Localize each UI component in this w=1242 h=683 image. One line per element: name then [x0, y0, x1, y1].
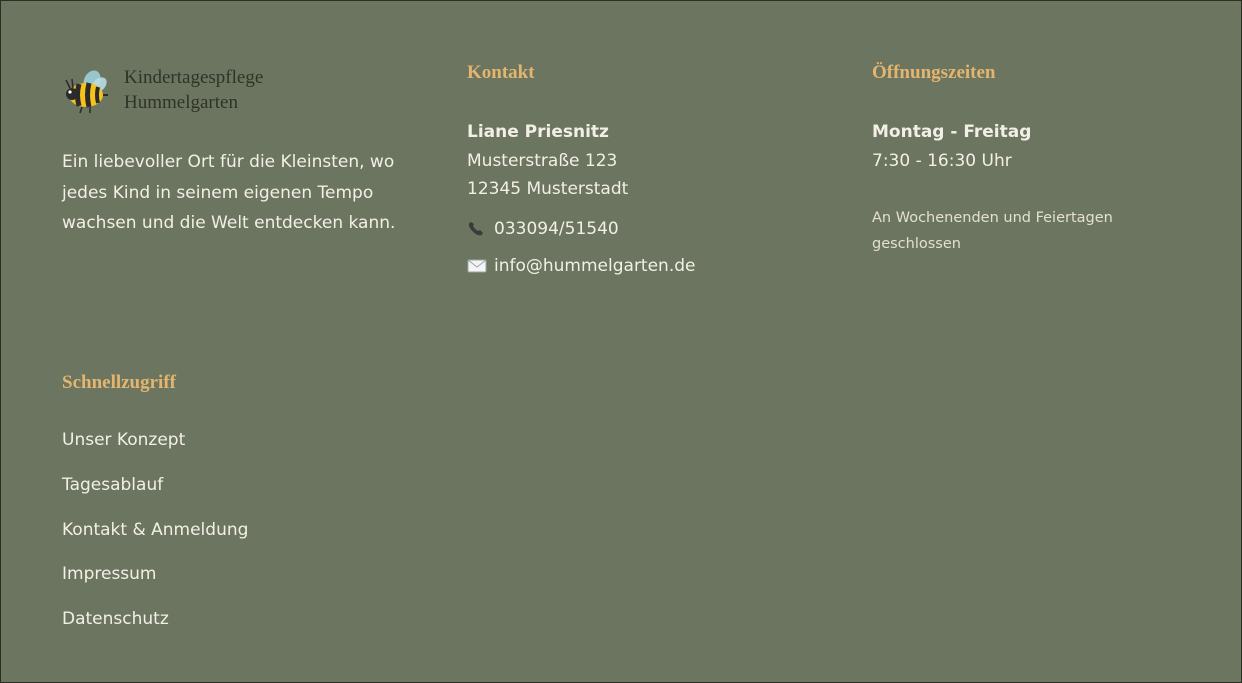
envelope-icon	[467, 259, 487, 273]
list-item: Tagesablauf	[62, 472, 248, 517]
contact-name: Liane Priesnitz	[467, 122, 609, 142]
brand-logo[interactable]: Kindertagespflege Hummelgarten	[62, 65, 263, 115]
list-item: Unser Konzept	[62, 427, 248, 472]
link-impressum[interactable]: Impressum	[62, 564, 157, 584]
hours-time: 7:30 - 16:30 Uhr	[872, 150, 1012, 171]
closed-note: An Wochenenden und Feiertagen geschlosse…	[872, 210, 1113, 252]
email-link[interactable]: info@hummelgarten.de	[467, 256, 696, 276]
brand-line-2: Hummelgarten	[124, 92, 238, 113]
contact-street: Musterstraße 123	[467, 150, 618, 171]
list-item: Datenschutz	[62, 606, 248, 651]
list-item: Kontakt & Anmeldung	[62, 517, 248, 562]
phone-number: 033094/51540	[494, 219, 619, 239]
brand-line-1: Kindertagespflege	[124, 67, 264, 88]
contact-heading: Kontakt	[467, 62, 535, 83]
hours-days: Montag - Freitag	[872, 122, 1032, 142]
phone-icon	[468, 222, 483, 236]
about-text: Ein liebevoller Ort für die Kleinsten, w…	[62, 152, 396, 233]
list-item: Impressum	[62, 561, 248, 606]
quicklinks-heading: Schnellzugriff	[62, 372, 176, 393]
footer: Kindertagespflege Hummelgarten Ein liebe…	[0, 0, 1242, 683]
quicklinks-list: Unser Konzept Tagesablauf Kontakt & Anme…	[62, 427, 248, 651]
brand-name: Kindertagespflege Hummelgarten	[124, 65, 263, 115]
contact-address: Liane Priesnitz Musterstraße 123 12345 M…	[467, 118, 628, 204]
bee-icon	[65, 70, 108, 114]
hours-heading: Öffnungszeiten	[872, 62, 996, 83]
email-address: info@hummelgarten.de	[494, 256, 696, 276]
phone-link[interactable]: 033094/51540	[467, 219, 619, 239]
contact-city: 12345 Musterstadt	[467, 179, 629, 199]
link-kontakt-anmeldung[interactable]: Kontakt & Anmeldung	[62, 520, 248, 540]
link-unser-konzept[interactable]: Unser Konzept	[62, 430, 185, 450]
link-datenschutz[interactable]: Datenschutz	[62, 609, 169, 629]
hours-block: Montag - Freitag 7:30 - 16:30 Uhr	[872, 118, 1031, 175]
link-tagesablauf[interactable]: Tagesablauf	[62, 475, 163, 495]
